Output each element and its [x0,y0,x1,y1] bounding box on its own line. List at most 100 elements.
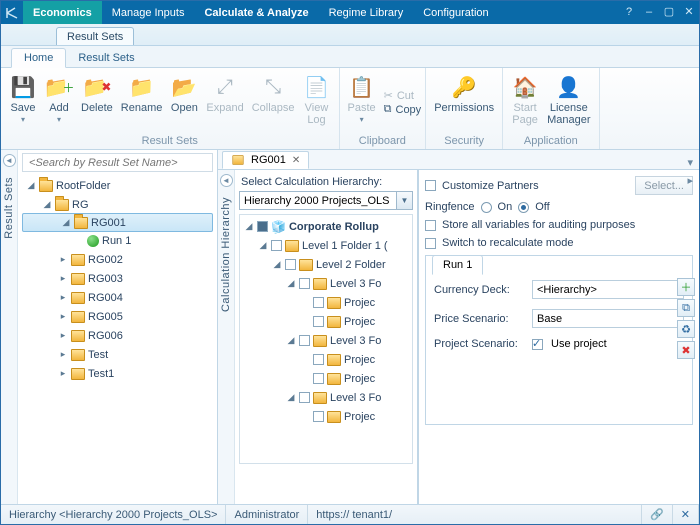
tree-node-label: Test1 [88,368,114,380]
delete-button[interactable]: 📁✖Delete [77,70,117,135]
tree-node[interactable]: ◢RG [20,195,215,214]
hierarchy-node[interactable]: ◢Level 2 Folder [242,255,410,274]
tree-node[interactable]: Run 1 [20,231,215,250]
node-checkbox[interactable] [271,240,282,251]
tree-node[interactable]: ▸RG006 [20,326,215,345]
customize-partners-checkbox[interactable] [425,180,436,191]
help-icon[interactable]: ? [619,1,639,24]
node-checkbox[interactable] [299,335,310,346]
add-button[interactable]: 📁＋Add [41,70,77,135]
hierarchy-node[interactable]: ◢Level 3 Fo [242,331,410,350]
hierarchy-node-label: Projec [344,373,375,385]
select-hierarchy-label: Select Calculation Hierarchy: [241,176,411,188]
folder-icon [313,335,327,347]
tree-node[interactable]: ▸RG003 [20,269,215,288]
add-run-icon[interactable]: ＋ [677,278,695,296]
hierarchy-node[interactable]: Projec [242,407,410,426]
hierarchy-node[interactable]: ◢🧊Corporate Rollup [242,217,410,236]
tree-node[interactable]: ▸RG002 [20,250,215,269]
chevron-down-icon[interactable]: ▼ [397,191,413,210]
folder-icon [285,240,299,252]
tree-node[interactable]: ◢RG001 [22,213,213,232]
node-checkbox[interactable] [299,278,310,289]
menu-manage-inputs[interactable]: Manage Inputs [102,1,195,24]
hierarchy-node[interactable]: Projec [242,293,410,312]
menu-configuration[interactable]: Configuration [413,1,498,24]
maximize-icon[interactable]: ▢ [659,1,679,24]
node-checkbox[interactable] [313,316,324,327]
run-tab[interactable]: Run 1 [432,255,483,275]
expand-right-icon[interactable]: ▸ [687,174,693,187]
run-tab-box: Run 1 Currency Deck: Price Scenario: Pro… [425,255,693,425]
search-input[interactable] [22,153,213,172]
calc-hierarchy-panel: ◄ Calculation Hierarchy Select Calculati… [218,170,418,504]
node-checkbox[interactable] [313,373,324,384]
ringfence-off-radio[interactable] [518,202,529,213]
open-button[interactable]: 📂Open [166,70,202,135]
store-variables-label: Store all variables for auditing purpose… [442,219,635,231]
close-tab-icon[interactable]: ✕ [292,155,300,166]
result-set-tree[interactable]: ◢RootFolder◢RG◢RG001Run 1▸RG002▸RG003▸RG… [18,172,217,504]
store-variables-checkbox[interactable] [425,220,436,231]
app-logo-icon [1,1,23,24]
node-checkbox[interactable] [313,297,324,308]
hierarchy-node[interactable]: Projec [242,312,410,331]
tree-node[interactable]: ◢RootFolder [20,176,215,195]
tree-node-label: RG004 [88,292,123,304]
menu-economics[interactable]: Economics [23,1,102,24]
tree-node[interactable]: ▸RG004 [20,288,215,307]
delete-run-icon[interactable]: ✖ [677,341,695,359]
copy-button[interactable]: ⧉Copy [384,103,422,116]
use-project-checkbox[interactable] [532,339,543,350]
menu-calculate-analyze[interactable]: Calculate & Analyze [194,1,318,24]
hierarchy-node[interactable]: Projec [242,369,410,388]
document-tab-label: RG001 [251,154,286,166]
tree-node-label: RG [72,199,89,211]
node-checkbox[interactable] [285,259,296,270]
node-checkbox[interactable] [313,354,324,365]
copy-run-icon[interactable]: ⧉ [677,299,695,317]
hierarchy-node-label: Projec [344,316,375,328]
menu-regime-library[interactable]: Regime Library [319,1,414,24]
hierarchy-node[interactable]: ◢Level 1 Folder 1 ( [242,236,410,255]
license-manager-button[interactable]: 👤License Manager [543,70,594,135]
permissions-button[interactable]: 🔑Permissions [430,70,498,135]
tree-node[interactable]: ▸Test1 [20,364,215,383]
tab-overflow-icon[interactable]: ▾ [681,156,699,169]
tree-node[interactable]: ▸Test [20,345,215,364]
sub-tab-row: Result Sets [1,24,699,46]
status-close-icon[interactable]: ✕ [673,505,699,524]
tab-result-sets[interactable]: Result Sets [66,49,146,67]
rename-button[interactable]: 📁Rename [117,70,167,135]
node-checkbox[interactable] [313,411,324,422]
collapse-left-icon[interactable]: ◄ [3,154,16,167]
hierarchy-node-label: Projec [344,297,375,309]
hierarchy-node[interactable]: ◢Level 3 Fo [242,388,410,407]
collapse-calc-icon[interactable]: ◄ [220,174,233,187]
ringfence-label: Ringfence [425,201,475,213]
tab-home[interactable]: Home [11,48,66,68]
node-checkbox[interactable] [299,392,310,403]
ringfence-on-radio[interactable] [481,202,492,213]
save-button[interactable]: 💾Save [5,70,41,135]
folder-icon [327,373,341,385]
folder-icon [39,180,53,192]
group-label-result-sets: Result Sets [5,135,335,149]
minimize-icon[interactable]: – [639,1,659,24]
hierarchy-tree[interactable]: ◢🧊Corporate Rollup◢Level 1 Folder 1 (◢Le… [239,214,413,464]
document-tab[interactable]: RG001 ✕ [222,151,309,169]
currency-deck-input[interactable] [532,280,684,299]
tree-node[interactable]: ▸RG005 [20,307,215,326]
ribbon: 💾Save 📁＋Add 📁✖Delete 📁Rename 📂Open ⤢Expa… [1,68,699,150]
close-icon[interactable]: ✕ [679,1,699,24]
node-checkbox[interactable] [257,221,268,232]
hierarchy-combo[interactable] [239,191,397,210]
recalculate-checkbox[interactable] [425,238,436,249]
hierarchy-node[interactable]: Projec [242,350,410,369]
price-scenario-input[interactable] [532,309,684,328]
sub-tab-result-sets[interactable]: Result Sets [56,27,134,45]
recycle-run-icon[interactable]: ♻ [677,320,695,338]
folder-icon [71,349,85,361]
folder-icon [232,155,243,165]
hierarchy-node[interactable]: ◢Level 3 Fo [242,274,410,293]
